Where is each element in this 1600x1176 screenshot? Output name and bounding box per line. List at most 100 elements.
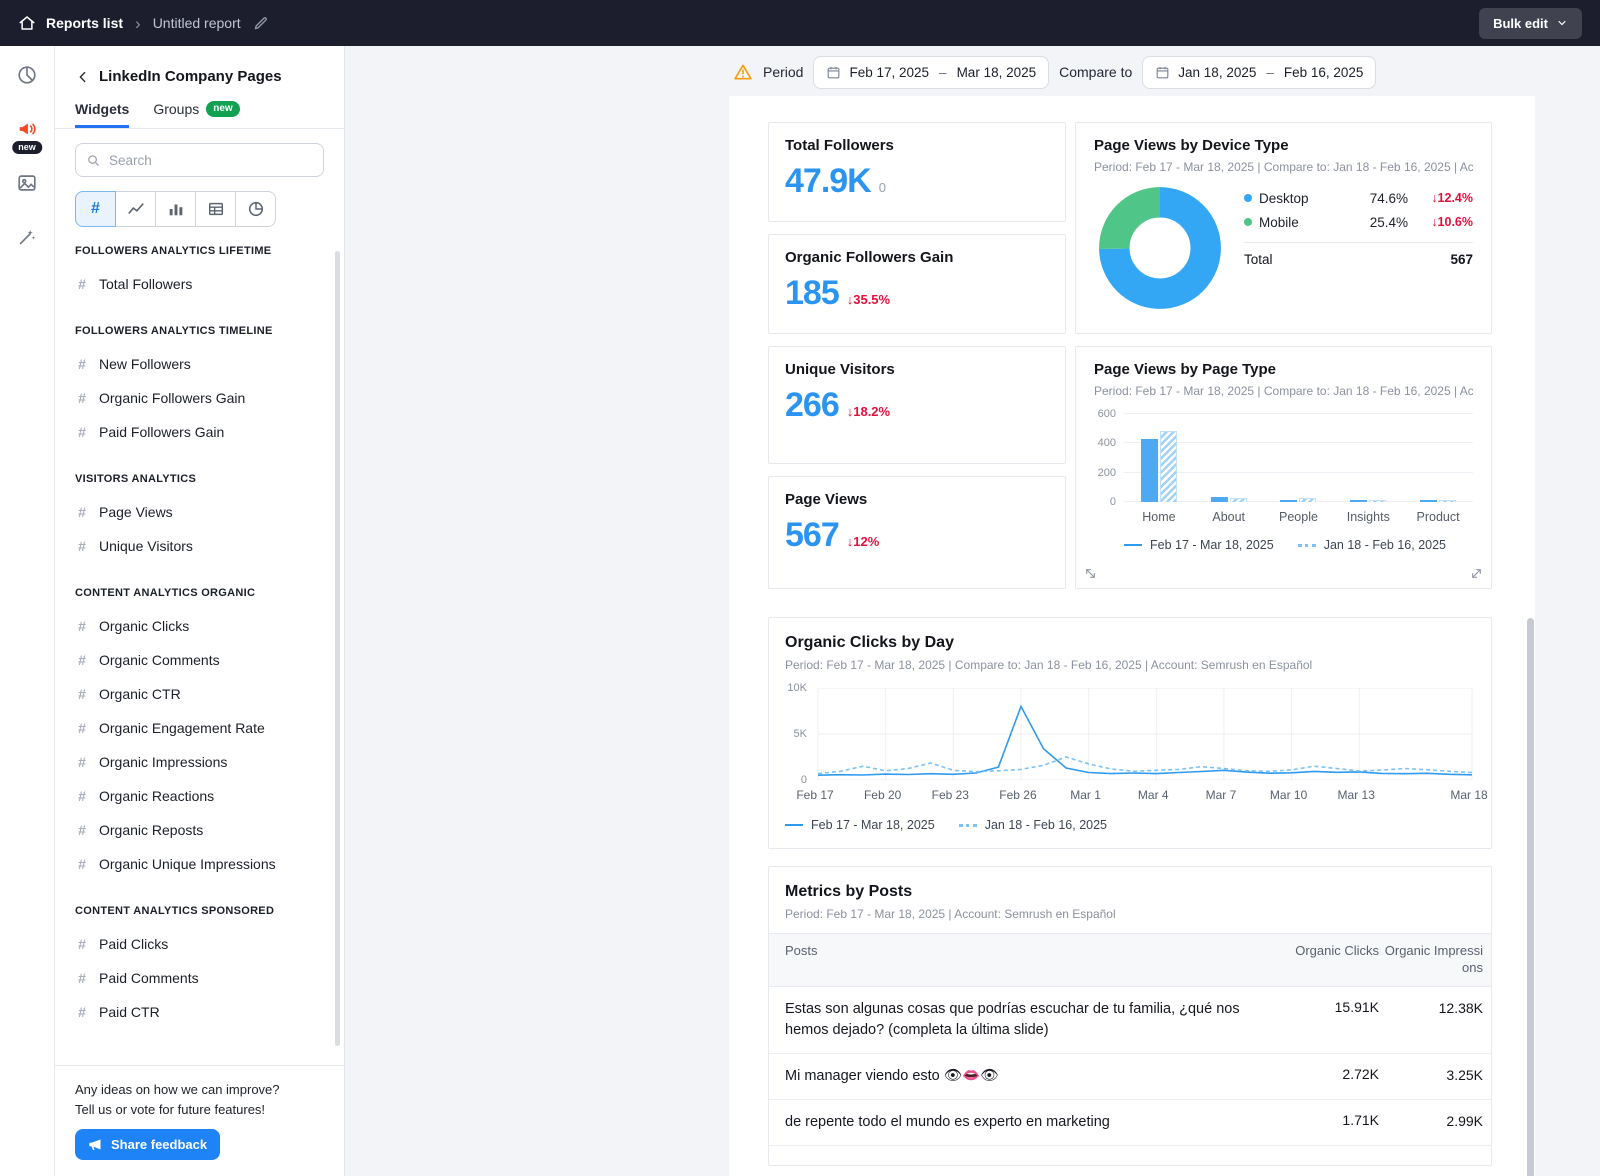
widget-organic-followers-gain[interactable]: Organic Followers Gain 185 ↓35.5% [768,234,1066,334]
x-tick-label: Feb 17 [796,788,833,802]
sidebar-item-label: Organic Impressions [99,754,227,770]
widget-page-views[interactable]: Page Views 567 ↓12% [768,476,1066,589]
bar-group-people [1280,498,1316,502]
sidebar-section: FOLLOWERS ANALYTICS TIMELINE #New Followe… [75,325,330,449]
number-widget-icon: # [75,720,89,736]
main-scrollbar[interactable] [1527,618,1534,1176]
media-library-icon[interactable] [14,170,40,196]
legend-current-label: Feb 17 - Mar 18, 2025 [811,818,935,832]
sidebar-item-total-followers[interactable]: #Total Followers [75,267,330,301]
number-widget-icon: # [75,686,89,702]
sidebar-item-organic-comments[interactable]: #Organic Comments [75,643,330,677]
search-input[interactable] [109,153,313,168]
widget-total-followers[interactable]: Total Followers 47.9K 0 [768,122,1066,222]
widget-unique-visitors[interactable]: Unique Visitors 266 ↓18.2% [768,346,1066,464]
posts-table-row[interactable]: Mi manager viendo esto 👁👄👁2.72K3.25K [769,1054,1491,1100]
reports-chart-icon[interactable] [14,62,40,88]
category-label: People [1264,510,1334,524]
sidebar-item-organic-unique-impressions[interactable]: #Organic Unique Impressions [75,847,330,881]
sidebar-item-new-followers[interactable]: #New Followers [75,347,330,381]
resize-handle-left-icon[interactable] [1084,567,1097,580]
x-tick-label: Feb 20 [864,788,901,802]
type-bar-chart-button[interactable] [155,191,196,227]
y-tick-label: 5K [794,728,807,740]
widget-page-views-by-device-type[interactable]: Page Views by Device Type Period: Feb 17… [1075,122,1492,334]
widget-meta: Period: Feb 17 - Mar 18, 2025 | Compare … [785,658,1475,672]
type-number-button[interactable]: # [75,191,116,227]
post-text: Mi manager viendo esto 👁👄👁 [785,1066,1269,1087]
home-icon[interactable] [18,14,36,32]
social-media-icon[interactable]: new [14,116,40,142]
number-icon: # [91,200,100,218]
column-organic-impressions: Organic Impressions [1379,943,1483,977]
ai-wand-icon[interactable] [14,224,40,250]
share-feedback-button[interactable]: Share feedback [75,1129,220,1160]
widget-organic-clicks-by-day[interactable]: Organic Clicks by Day Period: Feb 17 - M… [768,617,1492,849]
search-box[interactable] [75,143,324,177]
sidebar-item-organic-impressions[interactable]: #Organic Impressions [75,745,330,779]
edit-title-icon[interactable] [253,16,268,31]
bar-current [1420,500,1437,502]
widget-metrics-by-posts[interactable]: Metrics by Posts Period: Feb 17 - Mar 18… [768,866,1492,1166]
sidebar-section-title: FOLLOWERS ANALYTICS TIMELINE [75,325,330,337]
legend-compare-label: Jan 18 - Feb 16, 2025 [985,818,1107,832]
post-organic-impressions: 12.38K [1379,999,1483,1017]
clicks-y-axis: 05K10K [785,688,815,780]
line-chart-icon [127,200,145,218]
sidebar-item-paid-comments[interactable]: #Paid Comments [75,961,330,995]
pagetype-legend: Feb 17 - Mar 18, 2025 Jan 18 - Feb 16, 2… [1124,538,1473,552]
report-area: Period Feb 17, 2025 – Mar 18, 2025 Compa… [345,46,1600,1176]
type-table-button[interactable] [195,191,236,227]
calendar-icon [1155,65,1170,80]
type-pie-chart-button[interactable] [235,191,276,227]
type-line-chart-button[interactable] [115,191,156,227]
posts-table-row[interactable]: Estas son algunas cosas que podrías escu… [769,987,1491,1054]
legend-delta: ↓12.4% [1415,191,1473,205]
solid-line-swatch [785,824,803,826]
sidebar-item-paid-followers-gain[interactable]: #Paid Followers Gain [75,415,330,449]
number-widget-icon: # [75,1004,89,1020]
back-button[interactable] [75,69,91,85]
compare-date-picker[interactable]: Jan 18, 2025 – Feb 16, 2025 [1142,56,1376,89]
sidebar-item-organic-engagement-rate[interactable]: #Organic Engagement Rate [75,711,330,745]
breadcrumb-reports-list[interactable]: Reports list [46,15,123,31]
tab-widgets[interactable]: Widgets [75,101,129,128]
legend-label: Desktop [1259,191,1349,206]
sidebar-item-unique-visitors[interactable]: #Unique Visitors [75,529,330,563]
device-legend-row: Mobile25.4%↓10.6% [1244,210,1473,234]
tab-groups-label: Groups [153,101,199,117]
sidebar-item-organic-followers-gain[interactable]: #Organic Followers Gain [75,381,330,415]
tab-groups[interactable]: Groups new [153,101,239,128]
sidebar-item-organic-clicks[interactable]: #Organic Clicks [75,609,330,643]
number-widget-icon: # [75,504,89,520]
sidebar-item-label: Organic CTR [99,686,181,702]
x-tick-label: Feb 26 [999,788,1036,802]
resize-handle-right-icon[interactable] [1470,567,1483,580]
sidebar-item-label: Paid Followers Gain [99,424,224,440]
sidebar-item-organic-reactions[interactable]: #Organic Reactions [75,779,330,813]
sidebar-item-page-views[interactable]: #Page Views [75,495,330,529]
sidebar-item-label: Organic Reactions [99,788,214,804]
sidebar-tabs: Widgets Groups new [55,101,344,129]
bulk-edit-button[interactable]: Bulk edit [1479,8,1582,39]
post-organic-clicks: 15.91K [1269,999,1379,1015]
posts-table-row[interactable]: de repente todo el mundo es experto en m… [769,1100,1491,1146]
sidebar-item-organic-reposts[interactable]: #Organic Reposts [75,813,330,847]
sidebar-item-label: Paid Comments [99,970,199,986]
warning-icon[interactable] [733,62,753,82]
share-feedback-label: Share feedback [111,1137,207,1152]
sidebar-item-organic-ctr[interactable]: # Organic CTR [75,677,330,711]
sidebar-item-paid-clicks[interactable]: #Paid Clicks [75,927,330,961]
legend-dot [1244,194,1252,202]
widget-title: Metrics by Posts [785,883,1475,901]
period-date-picker[interactable]: Feb 17, 2025 – Mar 18, 2025 [813,56,1049,89]
sidebar-scrollbar[interactable] [335,251,340,1046]
sidebar-item-paid-ctr[interactable]: #Paid CTR [75,995,330,1029]
widget-page-views-by-page-type[interactable]: Page Views by Page Type Period: Feb 17 -… [1075,346,1492,589]
report-title[interactable]: Untitled report [153,15,241,31]
table-icon [207,200,225,218]
megaphone-icon [88,1137,103,1152]
range-separator: – [1266,65,1274,80]
compare-end-date: Feb 16, 2025 [1284,65,1364,80]
total-label: Total [1244,252,1273,267]
